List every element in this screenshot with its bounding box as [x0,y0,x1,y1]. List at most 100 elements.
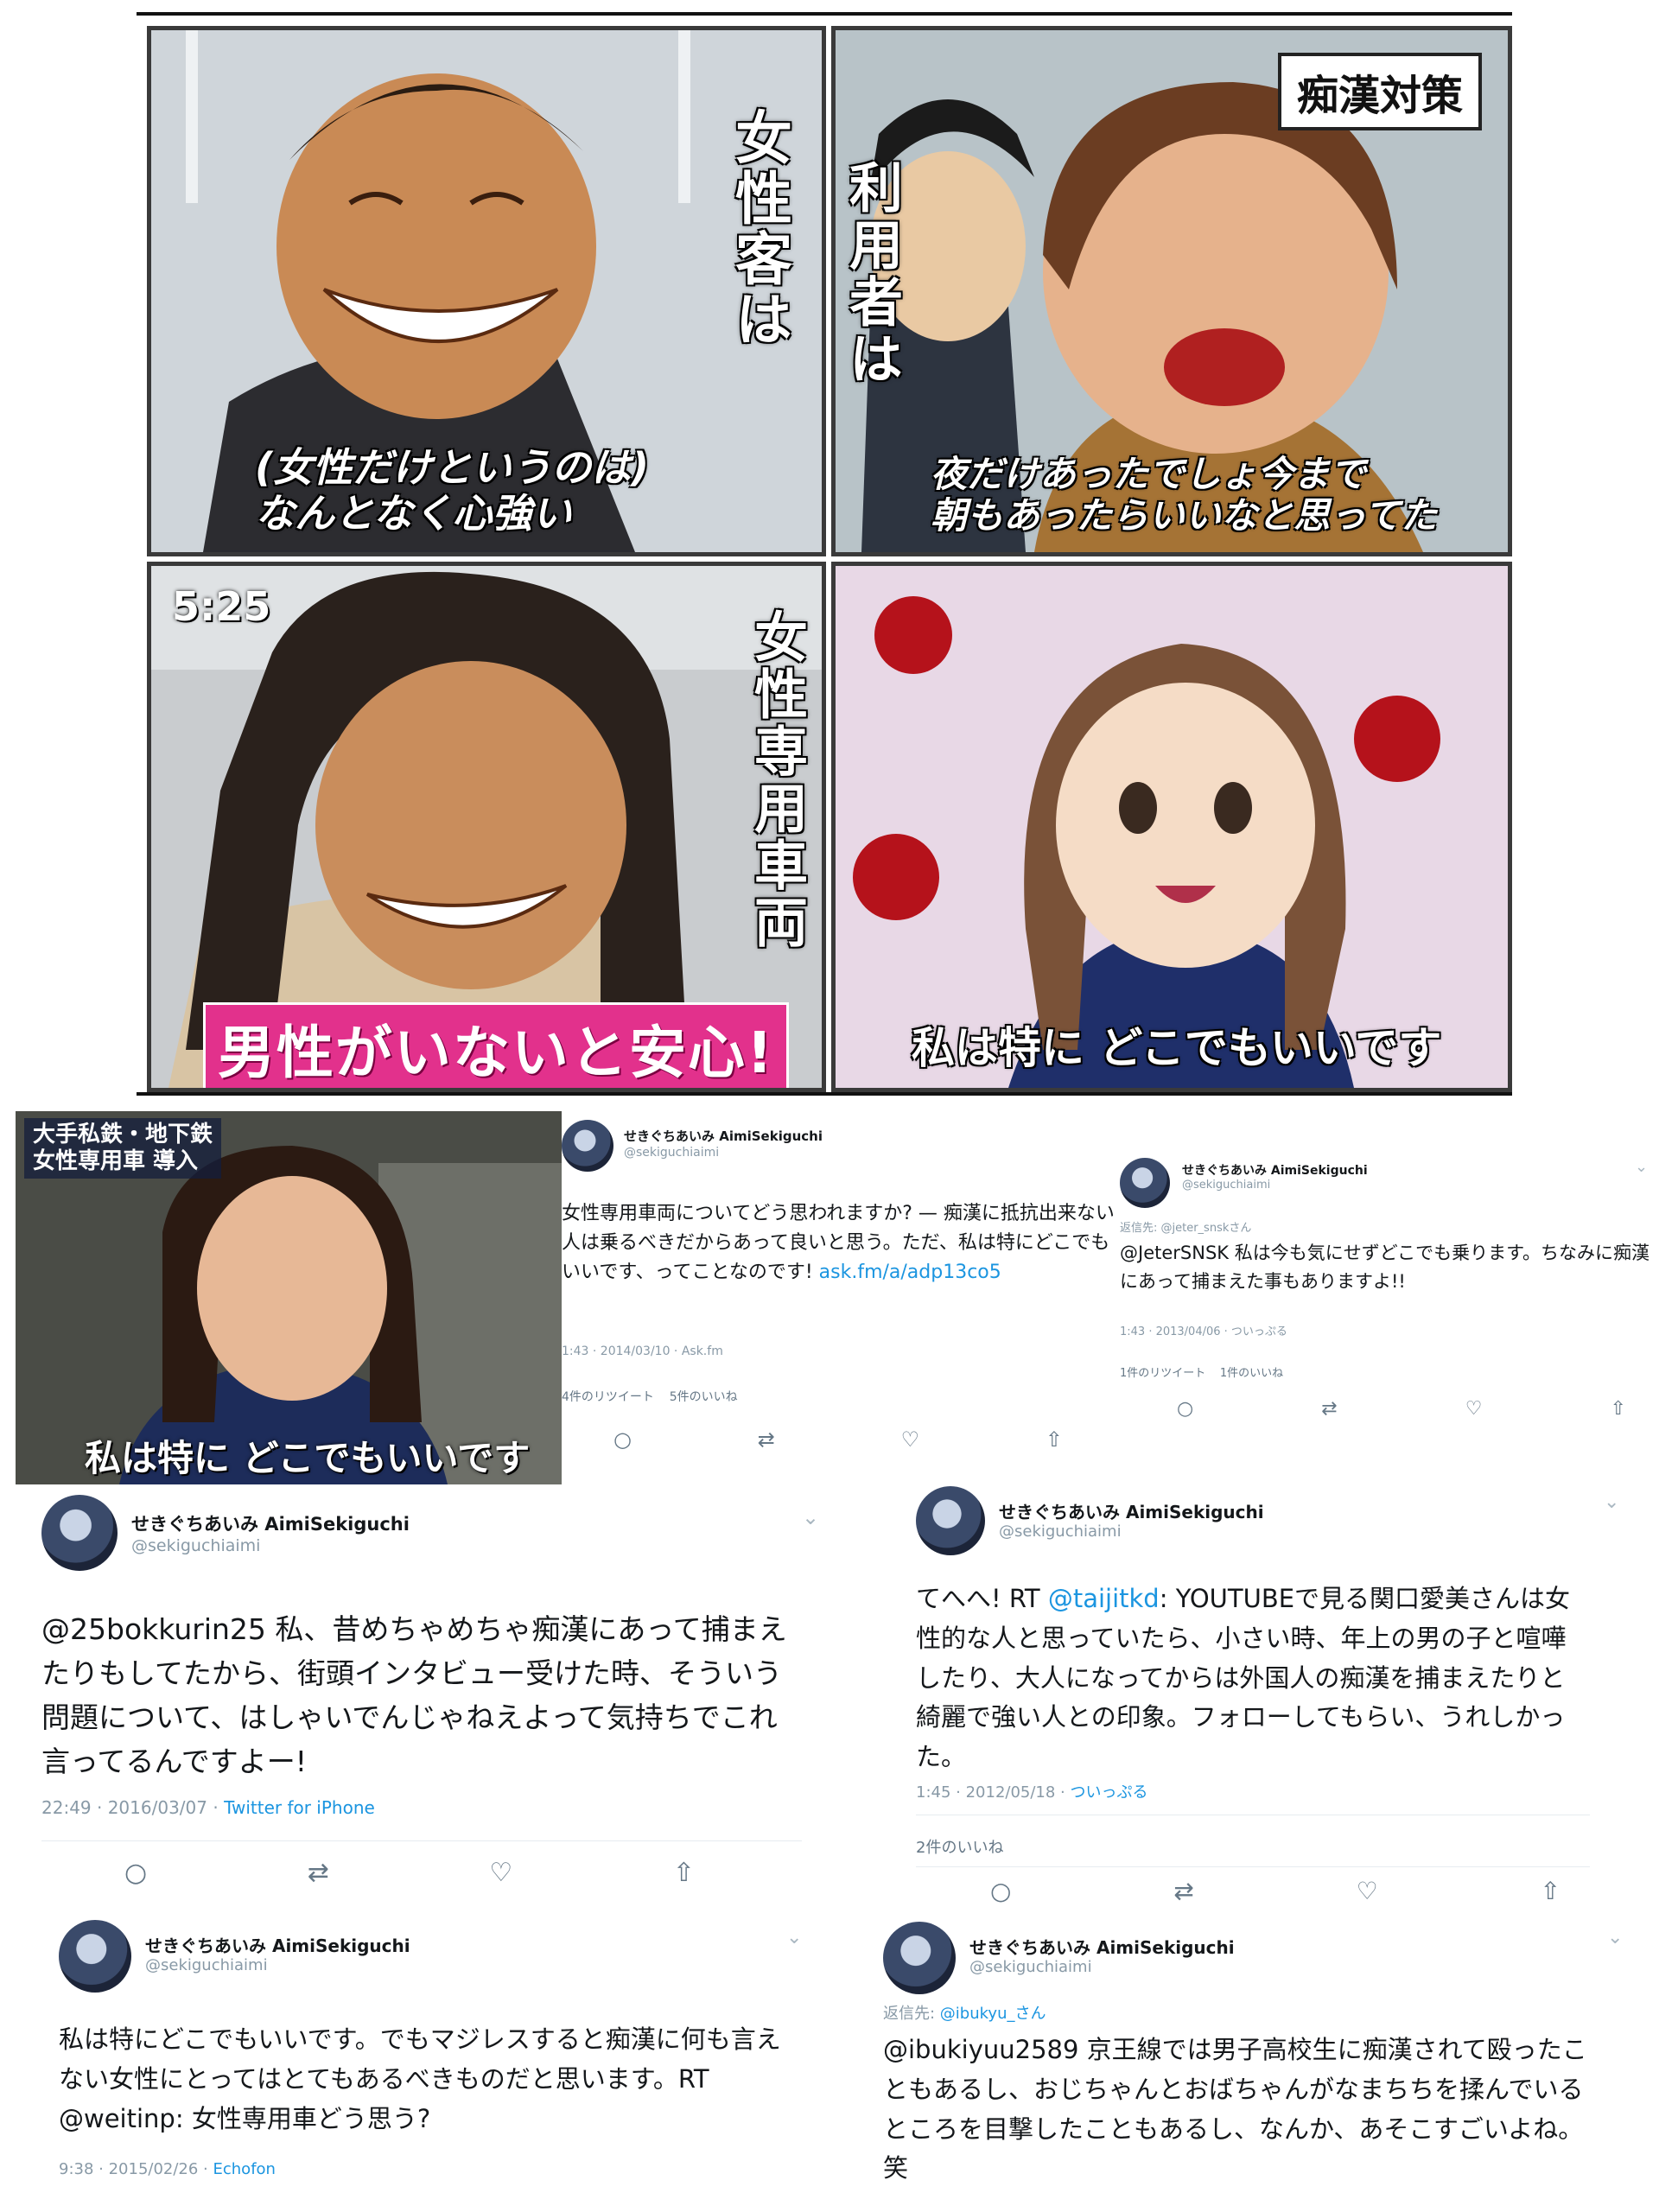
tweet-text: @ibukiyuu2589 京王線では男子高校生に痴漢されて殴ったこともあるし、… [883,2035,1587,2183]
tweet-card[interactable]: せきぐちあいみ AimiSekiguchi @sekiguchiaimi ⌄ 返… [1120,1158,1656,1443]
panel1-caption: (女性だけというのは) なんとなく心強い [255,444,650,537]
avatar[interactable] [59,1920,131,1993]
retweet-icon[interactable]: ⇄ [1321,1398,1337,1420]
tweet-actions: ○ ⇄ ♡ ⇧ [1177,1398,1626,1420]
tweet-timestamp[interactable]: 1:45 · 2012/05/18 · [916,1783,1071,1802]
chevron-down-icon[interactable]: ⌄ [802,1505,819,1529]
chevron-down-icon[interactable]: ⌄ [786,1927,802,1948]
share-icon[interactable]: ⇧ [1541,1877,1560,1905]
display-name[interactable]: せきぐちあいみ AimiSekiguchi [969,1934,1235,1959]
chevron-down-icon[interactable]: ⌄ [1607,1927,1623,1948]
reply-to-prefix: 返信先: [883,2005,940,2023]
handle[interactable]: @sekiguchiaimi [131,1536,260,1555]
reply-icon[interactable]: ○ [990,1877,1011,1905]
reply-icon[interactable]: ○ [613,1427,632,1452]
tv-subtitle: 私は特に どこでもいいです [85,1437,531,1479]
handle[interactable]: @sekiguchiaimi [1182,1179,1270,1192]
tweet-source[interactable]: Twitter for iPhone [224,1797,375,1818]
avatar[interactable] [1120,1158,1170,1208]
tweet-text: 女性専用車両についてどう思われますか? — 痴漢に抵抗出来ない人は乗るべきだから… [562,1199,1115,1287]
tweet-actions: ○ ⇄ ♡ ⇧ [124,1858,695,1888]
character-illustration [836,566,1508,1088]
heart-icon[interactable]: ♡ [489,1858,512,1888]
share-icon[interactable]: ⇧ [1611,1398,1626,1420]
panel2-caption: 夜だけあったでしょ今まで 朝もあったらいいなと思ってた [931,453,1437,537]
reply-icon[interactable]: ○ [124,1858,147,1888]
chevron-down-icon[interactable]: ⌄ [1604,1491,1619,1513]
panel3-vertical-text: 女性専用車両 [745,609,808,951]
heart-icon[interactable]: ♡ [901,1427,920,1452]
manga-bottom-rule [137,1092,1512,1096]
tweet-meta: 1:43 · 2013/04/06 · ついっぷる [1120,1325,1287,1338]
manga-panel-1: 女性客は (女性だけというのは) なんとなく心強い [147,26,826,556]
retweet-icon[interactable]: ⇄ [308,1858,329,1888]
mention-link[interactable]: @taijitkd [1048,1584,1160,1613]
share-icon[interactable]: ⇧ [1046,1427,1063,1452]
like-count[interactable]: 5件のいいね [670,1390,738,1404]
heart-icon[interactable]: ♡ [1465,1398,1483,1420]
reply-to-label: 返信先: @ibukyu_さん [883,2001,1046,2024]
manga-panel-3: 5:25 女性専用車両 男性がいないと安心! [147,562,826,1092]
reply-icon[interactable]: ○ [1177,1398,1193,1420]
tweet-meta: 1:43 · 2014/03/10 · Ask.fm [562,1344,723,1358]
tweet-actions: ○ ⇄ ♡ ⇧ [613,1427,1063,1452]
tweet-card[interactable]: せきぐちあいみ AimiSekiguchi @sekiguchiaimi ⌄ 返… [883,1922,1635,2207]
panel3-clock: 5:25 [172,583,271,630]
tweet-text: @25bokkurin25 私、昔めちゃめちゃ痴漢にあって捕まえたりもしてたから… [41,1612,787,1779]
retweet-count[interactable]: 1件のリツイート [1120,1367,1205,1380]
avatar[interactable] [883,1922,956,1994]
tweet-text: @JeterSNSK 私は今も気にせずどこでも乗ります。ちなみに痴漢にあって捕ま… [1120,1243,1649,1292]
share-icon[interactable]: ⇧ [673,1858,695,1888]
tweet-stats: 4件のリツイート 5件のいいね [562,1388,738,1405]
tweet-card[interactable]: せきぐちあいみ AimiSekiguchi @sekiguchiaimi ⌄ て… [916,1486,1624,1918]
retweet-count[interactable]: 4件のリツイート [562,1390,654,1404]
tweet-meta: 22:49 · 2016/03/07 · Twitter for iPhone [41,1797,375,1818]
display-name[interactable]: せきぐちあいみ AimiSekiguchi [999,1498,1264,1523]
tweet-text: てへへ! RT @taijitkd: YOUTUBEで見る関口愛美さんは女性的な… [916,1580,1590,1777]
divider [41,1840,802,1841]
reply-to-handle[interactable]: @ibukyu_さん [940,2005,1046,2023]
tweet-card[interactable]: せきぐちあいみ AimiSekiguchi @sekiguchiaimi 女性専… [562,1120,1115,1465]
tweet-actions: ○ ⇄ ♡ ⇧ [990,1877,1560,1905]
tweet-link[interactable]: ask.fm/a/adp13co5 [819,1262,1001,1283]
display-name[interactable]: せきぐちあいみ AimiSekiguchi [145,1932,410,1957]
like-count[interactable]: 1件のいいね [1220,1367,1283,1380]
like-count[interactable]: 2件のいいね [916,1839,1003,1857]
tweet-meta: 1:45 · 2012/05/18 · ついっぷる [916,1780,1148,1802]
handle[interactable]: @sekiguchiaimi [999,1522,1122,1541]
handle[interactable]: @sekiguchiaimi [145,1956,268,1974]
tweet-text-pre: てへへ! RT [916,1584,1048,1613]
display-name[interactable]: せきぐちあいみ AimiSekiguchi [131,1510,410,1536]
tweet-source[interactable]: ついっぷる [1071,1783,1148,1802]
handle[interactable]: @sekiguchiaimi [624,1146,719,1160]
manga-top-rule [137,12,1512,16]
tweet-meta: 9:38 · 2015/02/26 · Echofon [59,2160,276,2178]
panel4-caption: 私は特に どこでもいいです [912,1023,1442,1073]
panel2-vertical-text: 利用者は [840,160,903,388]
tweet-stats: 2件のいいね [916,1835,1003,1858]
tweet-timestamp[interactable]: 9:38 · 2015/02/26 · [59,2160,213,2178]
tv-screenshot: 大手私鉄・地下鉄 女性専用車 導入 私は特に どこでもいいです [16,1111,562,1484]
tv-banner-line2: 女性専用車 導入 [33,1148,199,1175]
heart-icon[interactable]: ♡ [1357,1877,1378,1905]
tv-banner: 大手私鉄・地下鉄 女性専用車 導入 [24,1118,222,1179]
tweet-source[interactable]: Echofon [213,2160,276,2178]
tweet-text: 私は特にどこでもいいです。でもマジレスすると痴漢に何も言えない女性にとってはとて… [59,2024,781,2133]
manga-panel-2: 痴漢対策 利用者は 夜だけあったでしょ今まで 朝もあったらいいなと思ってた [831,26,1512,556]
display-name[interactable]: せきぐちあいみ AimiSekiguchi [1182,1161,1368,1179]
display-name[interactable]: せきぐちあいみ AimiSekiguchi [624,1127,823,1145]
avatar[interactable] [916,1486,985,1555]
reply-to-label: 返信先: @jeter_snskさん [1120,1222,1252,1235]
handle[interactable]: @sekiguchiaimi [969,1958,1092,1976]
avatar[interactable] [562,1120,613,1172]
panel3-caption: 男性がいないと安心! [203,1002,790,1088]
chevron-down-icon[interactable]: ⌄ [1635,1158,1648,1176]
avatar[interactable] [41,1495,118,1571]
tweet-timestamp[interactable]: 22:49 · 2016/03/07 · [41,1797,224,1818]
tweet-card[interactable]: せきぐちあいみ AimiSekiguchi @sekiguchiaimi ⌄ @… [41,1495,819,1901]
tweet-card[interactable]: せきぐちあいみ AimiSekiguchi @sekiguchiaimi ⌄ 私… [59,1920,810,2196]
manga-panel-4: 私は特に どこでもいいです [831,562,1512,1092]
tweet-stats: 1件のリツイート 1件のいいね [1120,1363,1283,1380]
retweet-icon[interactable]: ⇄ [758,1427,775,1452]
retweet-icon[interactable]: ⇄ [1173,1877,1193,1905]
